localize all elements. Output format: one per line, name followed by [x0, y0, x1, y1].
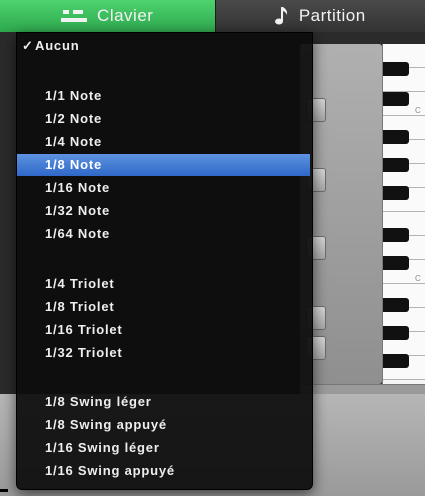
- black-key[interactable]: [383, 186, 409, 200]
- tab-bar: Clavier Partition: [0, 0, 425, 32]
- menu-item-1-8-swing-leger[interactable]: 1/8 Swing léger: [17, 391, 310, 413]
- black-key[interactable]: [383, 256, 409, 270]
- piano-keys-icon: [61, 8, 88, 24]
- menu-item-1-16-swing-appuye[interactable]: 1/16 Swing appuyé: [17, 460, 310, 482]
- menu-item-1-32-note[interactable]: 1/32 Note: [17, 200, 310, 222]
- menu-item-label: 1/8 Swing léger: [45, 394, 152, 409]
- menu-item-aucun[interactable]: ✓ Aucun: [17, 35, 310, 57]
- menu-item-label: 1/16 Triolet: [45, 322, 123, 337]
- menu-item-label: 1/32 Triolet: [45, 345, 123, 360]
- menu-item-1-8-note[interactable]: 1/8 Note: [17, 154, 310, 176]
- menu-item-1-4-triolet[interactable]: 1/4 Triolet: [17, 273, 310, 295]
- black-key[interactable]: [383, 62, 409, 76]
- corner-mark: [0, 489, 8, 492]
- black-key[interactable]: [383, 228, 409, 242]
- music-note-icon: [274, 6, 289, 26]
- black-key[interactable]: [383, 354, 409, 368]
- screen: Clavier Partition C C ✓ Aucun 1/1 Note 1…: [0, 0, 425, 496]
- menu-item-label: 1/8 Triolet: [45, 299, 115, 314]
- quantize-popup-menu: ✓ Aucun 1/1 Note 1/2 Note 1/4 Note 1/8 N…: [16, 32, 313, 490]
- menu-item-label: 1/1 Note: [45, 88, 102, 103]
- menu-item-1-16-note[interactable]: 1/16 Note: [17, 177, 310, 199]
- tab-clavier[interactable]: Clavier: [0, 0, 216, 32]
- menu-item-1-2-note[interactable]: 1/2 Note: [17, 108, 310, 130]
- tab-partition-label: Partition: [298, 6, 366, 25]
- menu-item-label: 1/16 Swing léger: [45, 440, 160, 455]
- menu-item-label: 1/2 Note: [45, 111, 102, 126]
- menu-item-label: 1/32 Note: [45, 203, 111, 218]
- menu-item-label: 1/64 Note: [45, 226, 111, 241]
- black-key[interactable]: [383, 92, 409, 106]
- menu-item-1-1-note[interactable]: 1/1 Note: [17, 85, 310, 107]
- key-label-c: C: [415, 106, 421, 115]
- black-key[interactable]: [383, 298, 409, 312]
- black-key[interactable]: [383, 158, 409, 172]
- tab-clavier-label: Clavier: [97, 6, 154, 25]
- key-label-c: C: [415, 274, 421, 283]
- tab-partition[interactable]: Partition: [215, 0, 425, 32]
- menu-item-1-64-note[interactable]: 1/64 Note: [17, 223, 310, 245]
- menu-item-1-32-triolet[interactable]: 1/32 Triolet: [17, 342, 310, 364]
- menu-item-label: 1/4 Note: [45, 134, 102, 149]
- black-key[interactable]: [383, 326, 409, 340]
- menu-item-1-4-note[interactable]: 1/4 Note: [17, 131, 310, 153]
- menu-item-1-8-swing-appuye[interactable]: 1/8 Swing appuyé: [17, 414, 310, 436]
- menu-item-label: 1/8 Swing appuyé: [45, 417, 167, 432]
- menu-item-label: 1/4 Triolet: [45, 276, 115, 291]
- black-key[interactable]: [383, 130, 409, 144]
- menu-item-label: 1/16 Swing appuyé: [45, 463, 175, 478]
- menu-item-label: Aucun: [35, 38, 80, 53]
- menu-item-1-16-triolet[interactable]: 1/16 Triolet: [17, 319, 310, 341]
- menu-item-1-8-triolet[interactable]: 1/8 Triolet: [17, 296, 310, 318]
- piano-keyboard[interactable]: C C: [382, 44, 425, 384]
- menu-item-1-16-swing-leger[interactable]: 1/16 Swing léger: [17, 437, 310, 459]
- menu-item-label: 1/16 Note: [45, 180, 111, 195]
- checkmark-icon: ✓: [22, 38, 34, 53]
- menu-item-label: 1/8 Note: [45, 157, 102, 172]
